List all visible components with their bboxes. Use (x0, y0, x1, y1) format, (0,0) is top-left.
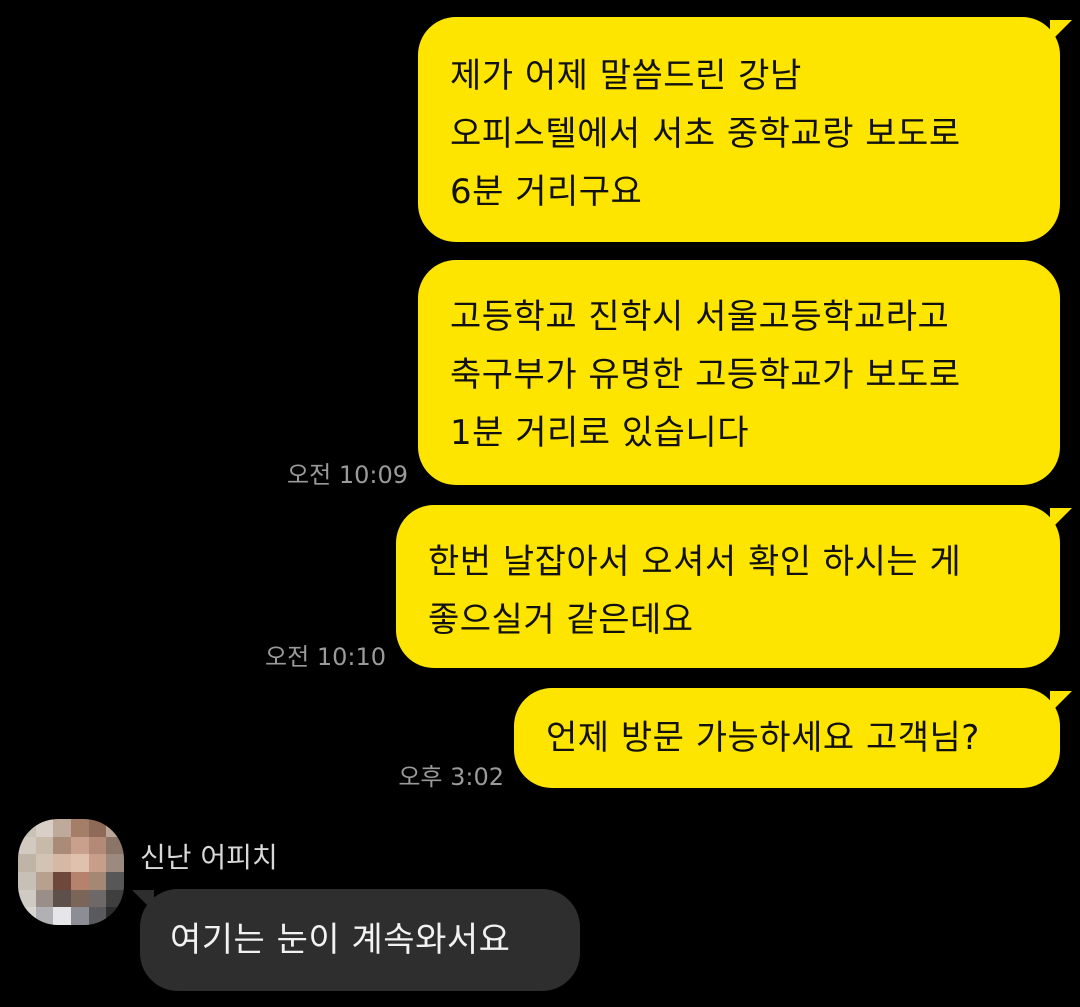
bubble-tail-icon (1050, 20, 1072, 42)
message-text-line: 오피스텔에서 서초 중학교랑 보도로 (450, 114, 961, 154)
message-text-line: 고등학교 진학시 서울고등학교라고 (450, 297, 950, 337)
bubble-tail-icon (1050, 691, 1072, 713)
message-text-line: 여기는 눈이 계속와서요 (170, 920, 511, 960)
message-text-line: 6분 거리구요 (450, 172, 643, 212)
message-timestamp: 오전 10:10 (265, 643, 386, 671)
message-text-line: 제가 어제 말씀드린 강남 (450, 56, 802, 96)
message-bubble-outgoing[interactable]: 한번 날잡아서 오셔서 확인 하시는 게 좋으실거 같은데요 (396, 505, 1060, 668)
message-timestamp: 오전 10:09 (287, 461, 408, 489)
message-bubble-incoming[interactable]: 여기는 눈이 계속와서요 (140, 889, 580, 991)
message-text-line: 언제 방문 가능하세요 고객님? (546, 718, 980, 758)
message-text-line: 한번 날잡아서 오셔서 확인 하시는 게 (428, 542, 962, 582)
message-text-line: 좋으실거 같은데요 (428, 600, 694, 640)
message-timestamp: 오후 3:02 (398, 763, 504, 791)
message-bubble-outgoing[interactable]: 제가 어제 말씀드린 강남 오피스텔에서 서초 중학교랑 보도로 6분 거리구요 (418, 17, 1060, 242)
message-text-line: 축구부가 유명한 고등학교가 보도로 (450, 355, 961, 395)
bubble-tail-icon (132, 890, 154, 912)
message-text-line: 1분 거리로 있습니다 (450, 413, 749, 453)
avatar-icon[interactable] (18, 819, 124, 925)
bubble-tail-icon (1050, 508, 1072, 530)
message-bubble-outgoing[interactable]: 언제 방문 가능하세요 고객님? (514, 688, 1060, 788)
sender-name: 신난 어피치 (140, 841, 278, 874)
message-bubble-outgoing[interactable]: 고등학교 진학시 서울고등학교라고 축구부가 유명한 고등학교가 보도로 1분 … (418, 260, 1060, 485)
